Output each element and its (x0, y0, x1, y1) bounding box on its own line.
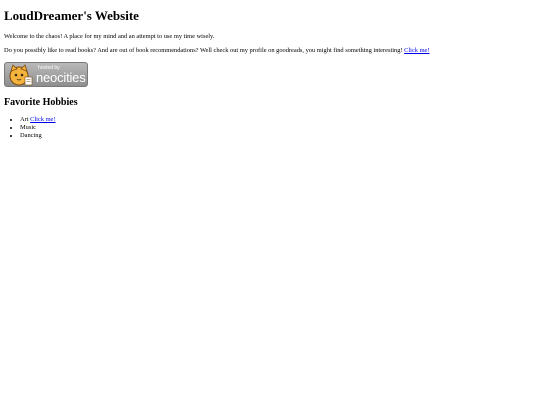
books-paragraph: Do you possibly like to read books? And … (4, 46, 430, 55)
hosted-by-neocities-badge[interactable]: hosted by neocities (4, 62, 88, 87)
intro-paragraph: Welcome to the chaos! A place for my min… (4, 32, 214, 41)
list-item: Dancing (20, 132, 56, 140)
hobby-label: Dancing (20, 131, 42, 139)
art-link[interactable]: Click me! (30, 116, 55, 123)
list-item: Music (20, 124, 56, 132)
books-text: Do you possibly like to read books? And … (4, 47, 403, 54)
hobby-label: Music (20, 123, 36, 131)
list-item: Art Click me! (20, 116, 56, 124)
intro-text: Welcome to the chaos! A place for my min… (4, 33, 215, 40)
hobbies-list: Art Click me! Music Dancing (4, 116, 56, 139)
page-title: LoudDreamer's Website (4, 8, 139, 23)
hobbies-heading: Favorite Hobbies (4, 97, 78, 108)
neocities-cat-icon (9, 64, 33, 86)
goodreads-link[interactable]: Click me! (404, 47, 429, 54)
badge-big-text: neocities (36, 70, 86, 85)
hobby-label: Art (20, 116, 29, 123)
